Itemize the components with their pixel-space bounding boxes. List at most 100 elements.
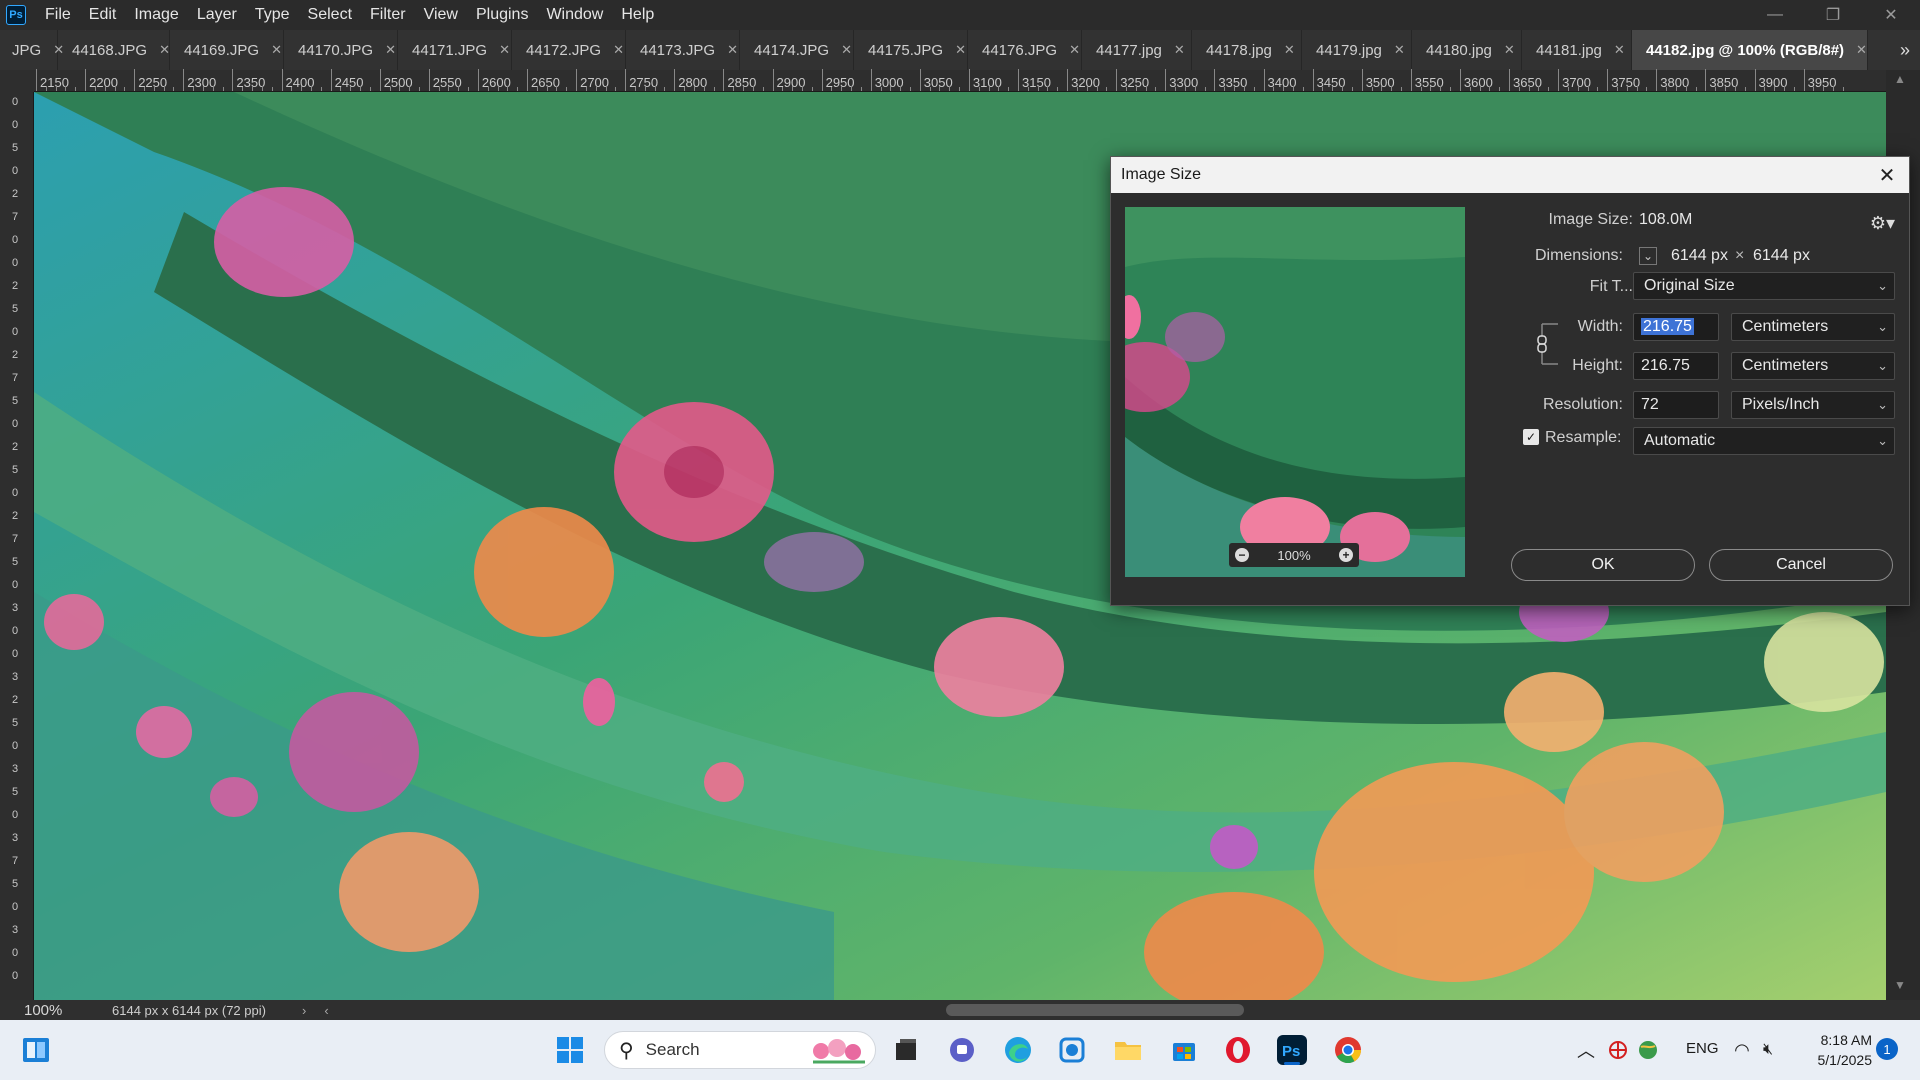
- document-tab[interactable]: 44170.JPG ✕: [284, 30, 398, 70]
- notification-badge[interactable]: 1: [1876, 1038, 1898, 1060]
- tab-close-icon[interactable]: ✕: [613, 42, 624, 58]
- menu-item-window[interactable]: Window: [537, 0, 612, 30]
- menu-item-type[interactable]: Type: [246, 0, 299, 30]
- menu-item-image[interactable]: Image: [125, 0, 187, 30]
- tab-close-icon[interactable]: ✕: [1394, 42, 1405, 58]
- image-preview[interactable]: − 100% +: [1125, 207, 1465, 577]
- tab-close-icon[interactable]: ✕: [1856, 42, 1867, 58]
- menu-item-help[interactable]: Help: [612, 0, 663, 30]
- dialog-titlebar[interactable]: Image Size: [1111, 157, 1909, 193]
- microsoft-store-icon[interactable]: [1166, 1032, 1202, 1068]
- settings-gear-icon[interactable]: ⚙▾: [1870, 213, 1895, 234]
- document-tab[interactable]: 44177.jpg ✕: [1082, 30, 1192, 70]
- tab-close-icon[interactable]: ✕: [1069, 42, 1080, 58]
- tab-close-icon[interactable]: ✕: [1174, 42, 1185, 58]
- teams-chat-icon[interactable]: [944, 1032, 980, 1068]
- document-tab[interactable]: JPG ✕: [0, 30, 64, 70]
- tab-close-icon[interactable]: ✕: [385, 42, 396, 58]
- menu-item-filter[interactable]: Filter: [361, 0, 415, 30]
- tab-close-icon[interactable]: ✕: [159, 42, 170, 58]
- minimize-icon[interactable]: —: [1746, 0, 1804, 30]
- width-unit-dropdown[interactable]: Centimeters ⌄: [1731, 313, 1895, 341]
- document-tab[interactable]: 44178.jpg ✕: [1192, 30, 1302, 70]
- document-tab[interactable]: 44176.JPG ✕: [968, 30, 1082, 70]
- tab-close-icon[interactable]: ✕: [499, 42, 510, 58]
- resolution-unit-dropdown[interactable]: Pixels/Inch ⌄: [1731, 391, 1895, 419]
- zoom-in-icon[interactable]: +: [1339, 548, 1353, 562]
- height-unit-dropdown[interactable]: Centimeters ⌄: [1731, 352, 1895, 380]
- restore-icon[interactable]: ❐: [1804, 0, 1862, 30]
- document-tab[interactable]: 44168.JPG ✕: [58, 30, 170, 70]
- task-view-icon[interactable]: [888, 1032, 924, 1068]
- document-tab[interactable]: 44179.jpg ✕: [1302, 30, 1412, 70]
- photoshop-taskbar-icon[interactable]: Ps: [1274, 1032, 1310, 1068]
- horizontal-ruler[interactable]: 2150 2200 2250 2300 2350 2400 2450 2500 2550 2600…: [34, 69, 1886, 92]
- document-tab[interactable]: 44181.jpg ✕: [1522, 30, 1632, 70]
- ruler-major-tick: [527, 69, 528, 91]
- height-input[interactable]: 216.75: [1633, 352, 1719, 380]
- document-tab[interactable]: 44175.JPG ✕: [854, 30, 968, 70]
- width-input[interactable]: 216.75: [1633, 313, 1719, 341]
- ruler-origin[interactable]: [0, 70, 34, 92]
- ruler-major-tick: [1067, 69, 1069, 91]
- tab-close-icon[interactable]: ✕: [841, 42, 852, 58]
- vertical-ruler-digit: 0: [12, 326, 19, 338]
- menu-item-layer[interactable]: Layer: [188, 0, 246, 30]
- ruler-minor-tick: [1302, 87, 1304, 91]
- opera-browser-icon[interactable]: [1220, 1032, 1256, 1068]
- cancel-button[interactable]: Cancel: [1709, 549, 1893, 581]
- dimensions-dropdown-chevron-icon[interactable]: ⌄: [1639, 247, 1657, 265]
- chrome-browser-icon[interactable]: [1330, 1032, 1366, 1068]
- snipping-tool-icon[interactable]: [1054, 1032, 1090, 1068]
- document-tab[interactable]: 44180.jpg ✕: [1412, 30, 1522, 70]
- ruler-major-tick: [232, 69, 234, 91]
- scroll-left-icon[interactable]: ‹: [324, 1003, 328, 1018]
- resample-checkbox[interactable]: ✓: [1523, 429, 1539, 445]
- wifi-icon[interactable]: ◠: [1730, 1032, 1754, 1068]
- fit-to-dropdown[interactable]: Original Size ⌄: [1633, 272, 1895, 300]
- scroll-up-icon[interactable]: ▲: [1894, 72, 1906, 86]
- close-window-icon[interactable]: ✕: [1862, 0, 1920, 30]
- document-tab[interactable]: 44172.JPG ✕: [512, 30, 626, 70]
- resolution-input[interactable]: 72: [1633, 391, 1719, 419]
- tab-close-icon[interactable]: ✕: [1284, 42, 1295, 58]
- edge-browser-icon[interactable]: [1000, 1032, 1036, 1068]
- menu-item-select[interactable]: Select: [299, 0, 361, 30]
- ruler-minor-tick: [1371, 87, 1373, 91]
- document-tab[interactable]: 44169.JPG ✕: [170, 30, 284, 70]
- network-globe-tray-icon[interactable]: [1636, 1032, 1660, 1068]
- tab-close-icon[interactable]: ✕: [955, 42, 966, 58]
- status-menu-chevron-icon[interactable]: ›: [302, 1003, 306, 1018]
- horizontal-scroll-thumb[interactable]: [946, 1004, 1244, 1016]
- menu-item-file[interactable]: File: [36, 0, 80, 30]
- dialog-close-icon[interactable]: ✕: [1875, 163, 1899, 187]
- document-tab-active[interactable]: 44182.jpg @ 100% (RGB/8#) ✕: [1632, 30, 1868, 70]
- tab-close-icon[interactable]: ✕: [271, 42, 282, 58]
- ok-button[interactable]: OK: [1511, 549, 1695, 581]
- document-tab[interactable]: 44174.JPG ✕: [740, 30, 854, 70]
- scroll-down-icon[interactable]: ▼: [1894, 978, 1906, 992]
- tray-overflow-chevron-icon[interactable]: ︿: [1574, 1032, 1598, 1068]
- zoom-out-icon[interactable]: −: [1235, 548, 1249, 562]
- resample-dropdown[interactable]: Automatic ⌄: [1633, 427, 1895, 455]
- volume-muted-icon[interactable]: 🔇︎: [1756, 1032, 1780, 1068]
- widgets-icon[interactable]: [18, 1032, 54, 1068]
- vpn-tray-icon[interactable]: [1606, 1032, 1630, 1068]
- language-indicator[interactable]: ENG: [1686, 1040, 1719, 1057]
- tab-close-icon[interactable]: ✕: [1614, 42, 1625, 58]
- file-explorer-icon[interactable]: [1110, 1032, 1146, 1068]
- taskbar-clock[interactable]: 8:18 AM 5/1/2025: [1806, 1030, 1873, 1070]
- ruler-minor-tick: [1636, 86, 1638, 91]
- vertical-ruler[interactable]: 0 0 5 0 2 7 0 0 2 5 0 2 7 5 0 2 5 0 2 7 5 0 3 0 0 3 2 5 0 3 5 0 3 7 5 0 3 0 0: [0, 92, 34, 1000]
- start-windows-icon[interactable]: [552, 1032, 588, 1068]
- document-tab[interactable]: 44171.JPG ✕: [398, 30, 512, 70]
- menu-item-plugins[interactable]: Plugins: [467, 0, 537, 30]
- menu-item-edit[interactable]: Edit: [80, 0, 126, 30]
- taskbar-search-box[interactable]: ⚲ Search: [604, 1031, 876, 1069]
- tab-close-icon[interactable]: ✕: [727, 42, 738, 58]
- zoom-level[interactable]: 100%: [0, 1002, 70, 1019]
- tab-close-icon[interactable]: ✕: [1504, 42, 1515, 58]
- menu-item-view[interactable]: View: [415, 0, 467, 30]
- document-tab[interactable]: 44173.JPG ✕: [626, 30, 740, 70]
- tab-overflow-chevron-icon[interactable]: »: [1890, 30, 1920, 70]
